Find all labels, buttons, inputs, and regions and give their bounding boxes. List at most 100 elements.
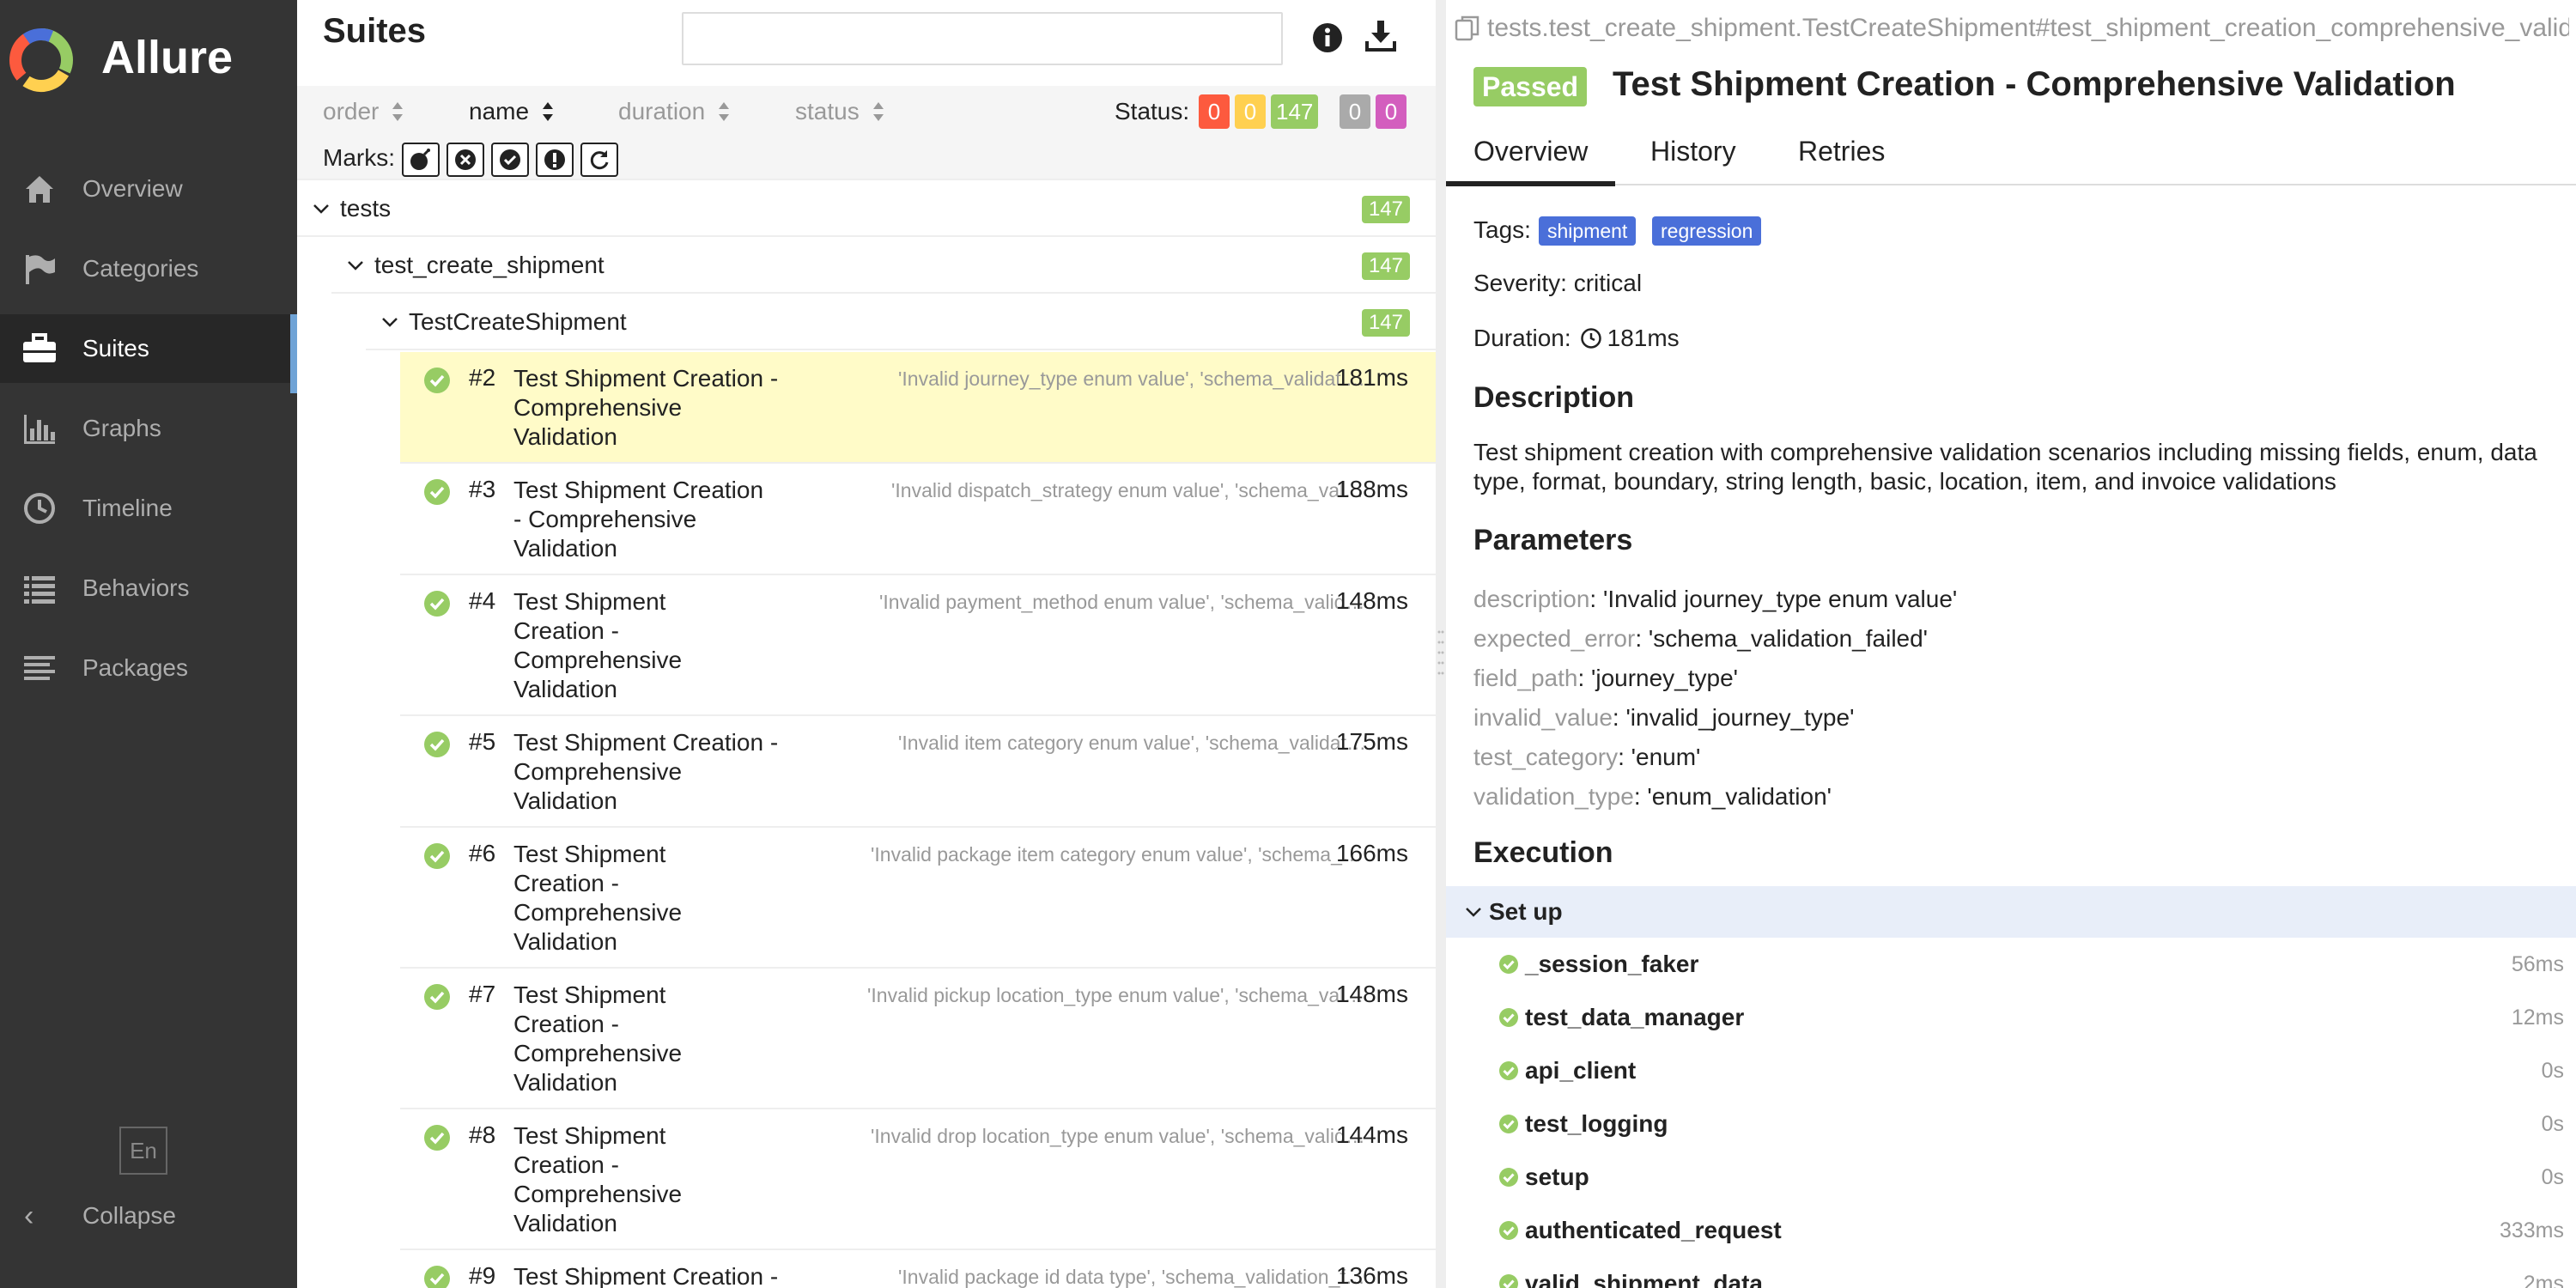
fixture-row[interactable]: test_logging 0s [1498, 1097, 2564, 1151]
tree-group-label: TestCreateShipment [409, 308, 627, 335]
passed-check-icon [424, 591, 450, 617]
sort-order[interactable]: order [323, 98, 404, 125]
sort-arrows-icon [872, 102, 884, 121]
fixture-row[interactable]: _session_faker 56ms [1498, 938, 2564, 991]
nav-item-categories[interactable]: Categories [0, 234, 297, 303]
tab-history[interactable]: History [1650, 136, 1736, 167]
fixture-row[interactable]: api_client 0s [1498, 1044, 2564, 1097]
tab-overview[interactable]: Overview [1446, 136, 1616, 186]
fixture-name: _session_faker [1525, 951, 1699, 977]
case-duration: 144ms [1335, 1121, 1408, 1148]
info-icon[interactable] [1310, 21, 1345, 55]
search-input[interactable] [682, 12, 1283, 65]
case-params: 'Invalid dispatch_strategy enum value', … [891, 479, 1366, 501]
mark-new-failed-button[interactable] [447, 143, 484, 177]
mark-retries-button[interactable] [580, 143, 618, 177]
language-button[interactable]: En [119, 1127, 167, 1175]
test-case-row[interactable]: #6 Test Shipment Creation - Comprehensive V… [400, 828, 1436, 969]
case-duration: 148ms [1335, 981, 1408, 1007]
bomb-icon [410, 149, 430, 170]
nav-item-behaviors[interactable]: Behaviors [0, 554, 297, 623]
collapse-button[interactable]: ‹ Collapse [0, 1190, 297, 1242]
status-filter-passed[interactable]: 147 [1271, 94, 1319, 129]
tab-retries[interactable]: Retries [1798, 136, 1885, 167]
collapse-label: Collapse [82, 1202, 176, 1229]
test-case-row[interactable]: #7 Test Shipment Creation - Comprehensive V… [400, 969, 1436, 1109]
case-number: #8 [469, 1121, 496, 1148]
setup-section-toggle[interactable]: Set up [1446, 886, 2576, 938]
nav-item-graphs[interactable]: Graphs [0, 394, 297, 463]
sort-label: duration [618, 98, 706, 125]
nav-item-timeline[interactable]: Timeline [0, 474, 297, 543]
splitter-grip-icon[interactable] [1437, 627, 1444, 678]
fixture-row[interactable]: authenticated_request 333ms [1498, 1204, 2564, 1257]
status-filter-broken[interactable]: 0 [1235, 94, 1266, 129]
case-duration: 181ms [1335, 364, 1408, 391]
fixture-duration: 2ms [2523, 1271, 2564, 1288]
test-case-row[interactable]: #8 Test Shipment Creation - Comprehensive V… [400, 1109, 1436, 1250]
status-filter-skipped[interactable]: 0 [1340, 94, 1370, 129]
case-params: 'Invalid journey_type enum value', 'sche… [898, 368, 1366, 390]
sort-label: status [795, 98, 860, 125]
sort-arrows-icon [719, 102, 730, 121]
sort-arrows-icon [543, 102, 554, 121]
mark-flaky-button[interactable] [402, 143, 440, 177]
test-case-row[interactable]: #9 Test Shipment Creation - 'Invalid pac… [400, 1250, 1436, 1288]
duration-label: Duration: [1473, 325, 1571, 351]
marks-bar: Marks: [297, 137, 1436, 180]
tree-group-label: tests [340, 195, 392, 222]
status-filter-unknown[interactable]: 0 [1376, 94, 1406, 129]
case-number: #3 [469, 476, 496, 502]
duration-row: Duration: 181ms [1473, 325, 1680, 352]
status-filter-label: Status: [1115, 98, 1190, 125]
brand[interactable]: Allure [0, 0, 297, 120]
tree-group-testcreateshipment[interactable]: TestCreateShipment 147 [366, 295, 1436, 350]
test-case-row[interactable]: #4 Test Shipment Creation - Comprehensive V… [400, 575, 1436, 716]
tree-group-test-create-shipment[interactable]: test_create_shipment 147 [331, 239, 1436, 294]
test-case-row[interactable]: #3 Test Shipment Creation - Comprehensive… [400, 464, 1436, 575]
home-icon [19, 168, 60, 210]
passed-check-icon [1499, 1115, 1518, 1133]
passed-check-icon [424, 479, 450, 505]
fixture-row[interactable]: setup 0s [1498, 1151, 2564, 1204]
severity-row: Severity: critical [1473, 270, 1642, 297]
tree-group-tests[interactable]: tests 147 [297, 182, 1436, 237]
test-case-row[interactable]: #2 Test Shipment Creation - Comprehensive… [400, 352, 1436, 464]
download-icon[interactable] [1362, 17, 1400, 55]
times-circle-icon [455, 149, 476, 170]
mark-new-broken-button[interactable] [536, 143, 574, 177]
parameters-heading: Parameters [1473, 524, 1633, 556]
sort-duration[interactable]: duration [618, 98, 731, 125]
case-name: Test Shipment Creation - Comprehensive Vali… [513, 841, 683, 955]
case-name: Test Shipment Creation - Comprehensive Vali… [513, 1122, 683, 1236]
chevron-down-icon [313, 204, 329, 214]
case-params: 'Invalid item category enum value', 'sch… [898, 732, 1366, 754]
passed-check-icon [424, 368, 450, 393]
case-number: #7 [469, 981, 496, 1007]
copy-icon[interactable] [1453, 14, 1482, 43]
sort-name[interactable]: name [469, 98, 555, 125]
test-case-row[interactable]: #5 Test Shipment Creation - Comprehensive… [400, 716, 1436, 828]
fixture-duration: 0s [2541, 1164, 2564, 1189]
nav-item-packages[interactable]: Packages [0, 634, 297, 702]
case-name: Test Shipment Creation - Comprehensive Val… [513, 477, 764, 562]
parameter-row: validation_type: 'enum_validation' [1473, 783, 1832, 810]
passed-check-icon [1499, 1061, 1518, 1080]
passed-check-icon [424, 984, 450, 1010]
exclamation-circle-icon [544, 149, 565, 170]
passed-check-icon [424, 843, 450, 869]
duration-value: 181ms [1607, 325, 1680, 351]
fixture-row[interactable]: valid_shipment_data 2ms [1498, 1257, 2564, 1288]
lines-icon [19, 647, 60, 689]
breadcrumb-text: tests.test_create_shipment.TestCreateShi… [1487, 14, 2569, 42]
test-full-name[interactable]: tests.test_create_shipment.TestCreateShi… [1453, 14, 2569, 43]
bar-chart-icon [19, 408, 60, 449]
status-filter-failed[interactable]: 0 [1199, 94, 1230, 129]
mark-new-passed-button[interactable] [491, 143, 529, 177]
fixture-row[interactable]: test_data_manager 12ms [1498, 991, 2564, 1044]
sort-status[interactable]: status [795, 98, 885, 125]
case-duration: 148ms [1335, 587, 1408, 614]
allure-report: Allure Overview Categories Suites Graphs [0, 0, 2576, 1288]
nav-item-suites[interactable]: Suites [0, 314, 297, 393]
nav-item-overview[interactable]: Overview [0, 155, 297, 223]
